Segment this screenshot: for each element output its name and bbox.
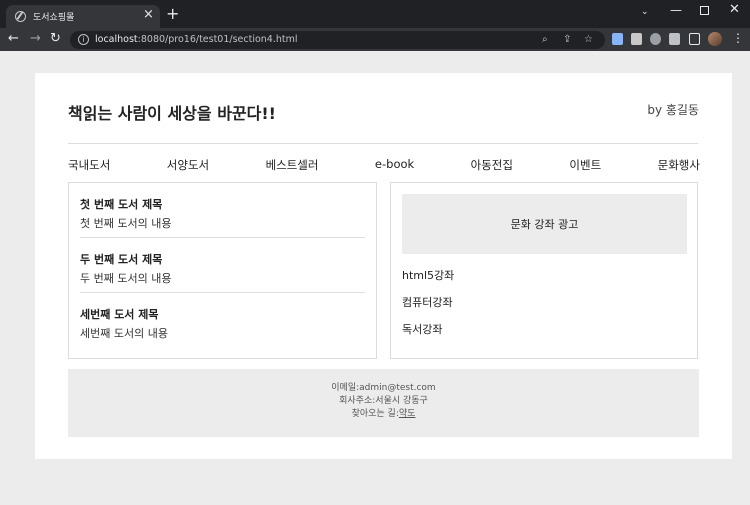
book-divider bbox=[80, 292, 365, 293]
menu-item-domestic-books[interactable]: 국내도서 bbox=[68, 157, 110, 173]
book-description: 첫 번째 도서의 내용 bbox=[80, 217, 172, 230]
extension-docs-icon[interactable] bbox=[612, 33, 623, 45]
globe-icon bbox=[15, 11, 26, 22]
browser-toolbar: ← → ↻ i localhost:8080/pro16/test01/sect… bbox=[0, 28, 750, 51]
menu-item-events[interactable]: 이벤트 bbox=[569, 157, 601, 173]
book-item: 두 번째 도서 제목 두 번째 도서의 내용 bbox=[80, 251, 365, 286]
star-icon[interactable]: ☆ bbox=[584, 33, 593, 47]
page-container: 책읽는 사람이 세상을 바꾼다!! by 홍길동 국내도서 서양도서 베스트셀러… bbox=[35, 73, 732, 459]
browser-titlebar: 도서쇼핑몰 × + ⌄ — ✕ bbox=[0, 0, 750, 28]
book-title: 세번째 도서 제목 bbox=[80, 308, 159, 321]
profile-avatar-icon[interactable] bbox=[708, 32, 722, 46]
header-divider bbox=[68, 143, 698, 144]
extension-round-icon[interactable] bbox=[650, 33, 661, 45]
course-item-reading[interactable]: 독서강좌 bbox=[402, 321, 442, 337]
forward-arrow-icon[interactable]: → bbox=[30, 31, 41, 47]
tab-title: 도서쇼핑몰 bbox=[33, 13, 75, 23]
book-title: 두 번째 도서 제목 bbox=[80, 253, 163, 266]
extension-icon[interactable] bbox=[669, 33, 680, 45]
book-divider bbox=[80, 237, 365, 238]
book-list: 첫 번째 도서 제목 첫 번째 도서의 내용 두 번째 도서 제목 두 번째 도… bbox=[68, 182, 377, 359]
course-item-computer[interactable]: 컴퓨터강좌 bbox=[402, 294, 453, 310]
menu-item-bestseller[interactable]: 베스트셀러 bbox=[266, 157, 319, 173]
book-title: 첫 번째 도서 제목 bbox=[80, 198, 163, 211]
zoom-icon[interactable]: ⌕ bbox=[542, 33, 548, 47]
page-viewport: 책읽는 사람이 세상을 바꾼다!! by 홍길동 국내도서 서양도서 베스트셀러… bbox=[0, 51, 750, 505]
menu-item-western-books[interactable]: 서양도서 bbox=[167, 157, 209, 173]
map-link[interactable]: 약도 bbox=[399, 409, 416, 419]
culture-sidebar: 문화 강좌 광고 html5강좌 컴퓨터강좌 독서강좌 bbox=[390, 182, 698, 359]
main-menu: 국내도서 서양도서 베스트셀러 e-book 아동전집 이벤트 문화행사 bbox=[68, 157, 700, 173]
book-description: 세번째 도서의 내용 bbox=[80, 327, 168, 340]
book-item: 첫 번째 도서 제목 첫 번째 도서의 내용 bbox=[80, 196, 365, 231]
book-item: 세번째 도서 제목 세번째 도서의 내용 bbox=[80, 306, 365, 341]
share-icon[interactable]: ⇪ bbox=[563, 33, 571, 47]
menu-item-culture-events[interactable]: 문화행사 bbox=[658, 157, 700, 173]
maximize-icon[interactable] bbox=[700, 6, 709, 15]
extension-camera-icon[interactable] bbox=[631, 33, 642, 45]
info-icon[interactable]: i bbox=[78, 34, 89, 45]
course-item-html5[interactable]: html5강좌 bbox=[402, 267, 454, 283]
tab-close-icon[interactable]: × bbox=[143, 8, 154, 22]
menu-dots-icon[interactable]: ⋮ bbox=[732, 31, 744, 45]
new-tab-icon[interactable]: + bbox=[166, 5, 179, 23]
culture-course-ad[interactable]: 문화 강좌 광고 bbox=[402, 194, 687, 254]
directions-label: 찾아오는 길: bbox=[351, 409, 399, 419]
author-label: by 홍길동 bbox=[647, 103, 699, 117]
back-arrow-icon[interactable]: ← bbox=[8, 31, 19, 47]
tab-search-chevron-icon[interactable]: ⌄ bbox=[641, 5, 649, 19]
address-bar[interactable]: i localhost:8080/pro16/test01/section4.h… bbox=[70, 31, 605, 49]
book-description: 두 번째 도서의 내용 bbox=[80, 272, 172, 285]
menu-item-ebook[interactable]: e-book bbox=[375, 157, 414, 173]
reload-icon[interactable]: ↻ bbox=[50, 31, 61, 47]
window-close-icon[interactable]: ✕ bbox=[729, 3, 740, 17]
minimize-icon[interactable]: — bbox=[670, 3, 682, 17]
footer-address: 회사주소:서울시 강동구 bbox=[339, 396, 428, 406]
browser-tab[interactable]: 도서쇼핑몰 × bbox=[6, 5, 160, 28]
footer-directions: 찾아오는 길:약도 bbox=[68, 408, 699, 421]
side-panel-icon[interactable] bbox=[689, 33, 700, 45]
url-text[interactable]: localhost:8080/pro16/test01/section4.htm… bbox=[95, 34, 298, 45]
footer-email: 이메일:admin@test.com bbox=[331, 383, 436, 393]
menu-item-children-collection[interactable]: 아동전집 bbox=[471, 157, 513, 173]
page-footer: 이메일:admin@test.com 회사주소:서울시 강동구 찾아오는 길:약… bbox=[68, 369, 699, 437]
page-title: 책읽는 사람이 세상을 바꾼다!! bbox=[68, 104, 276, 123]
